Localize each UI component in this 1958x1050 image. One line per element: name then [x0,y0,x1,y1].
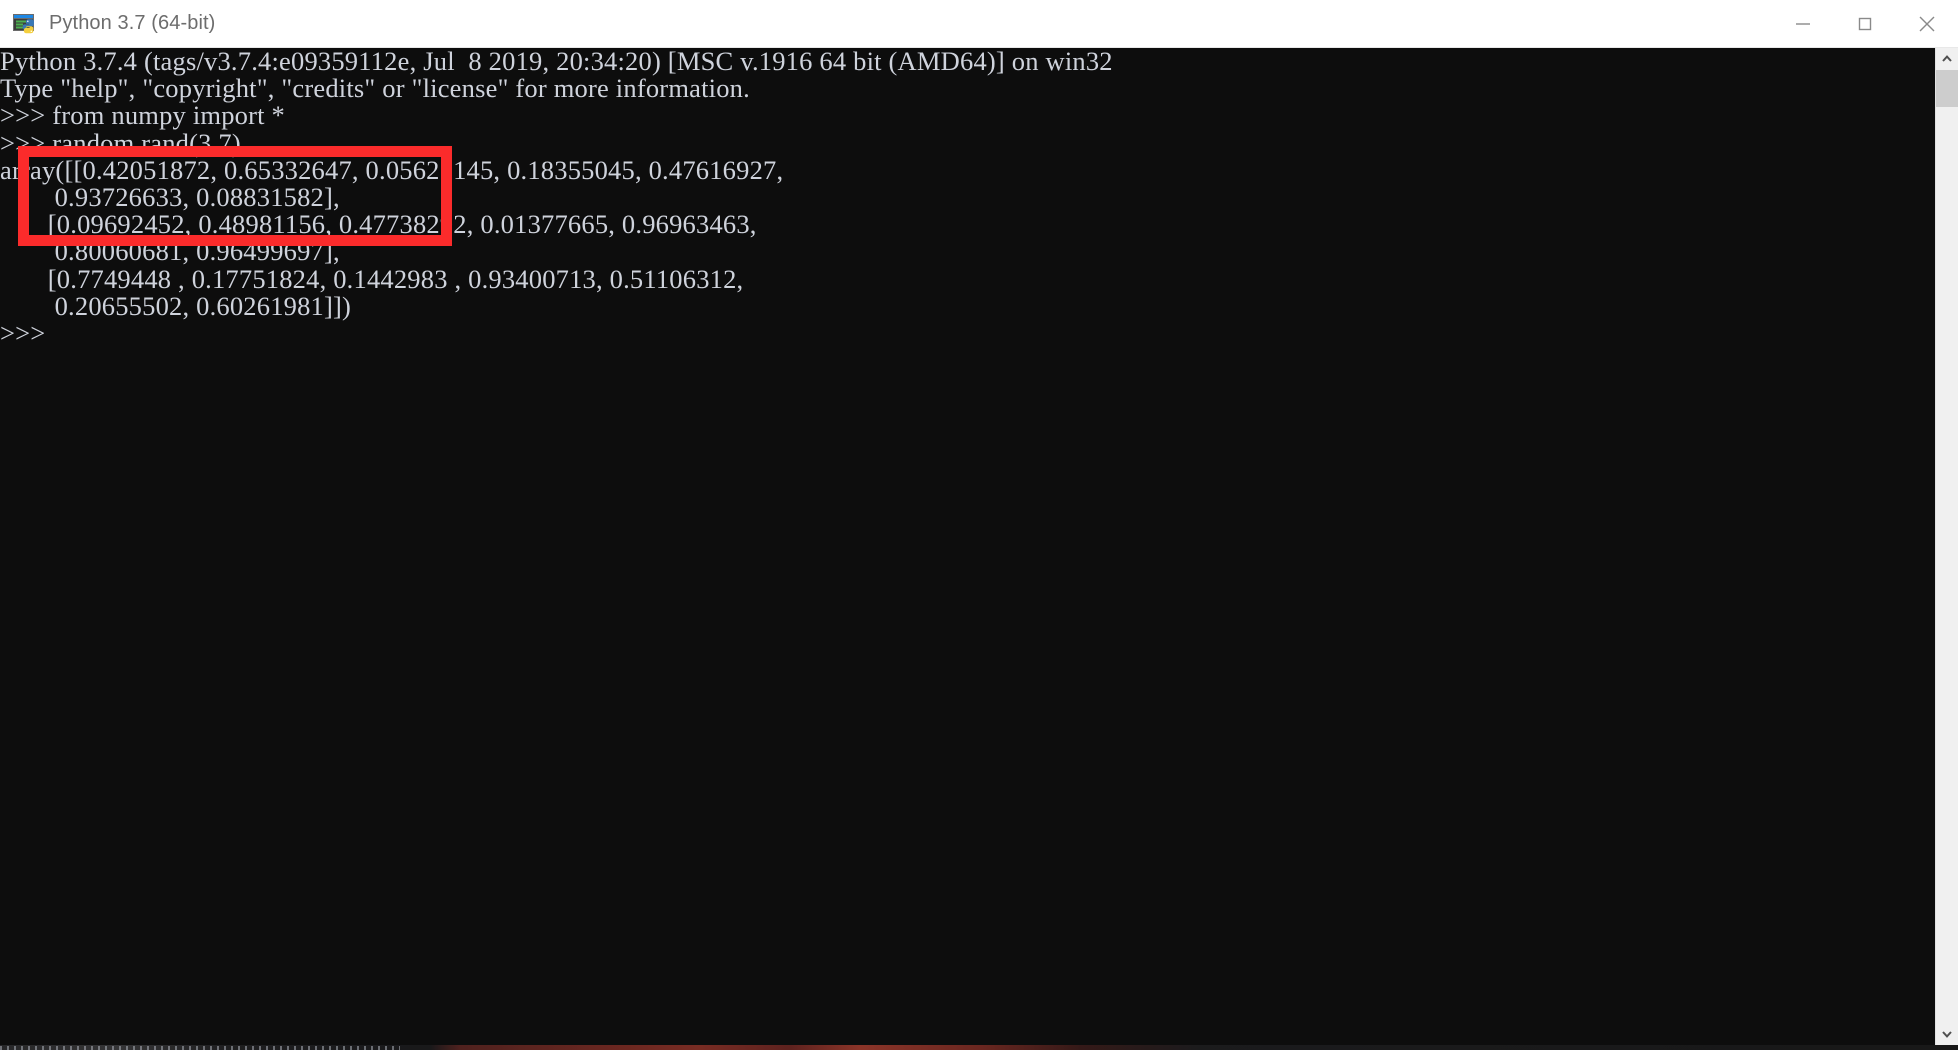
minimize-button[interactable] [1772,0,1834,47]
console-line: 0.20655502, 0.60261981]]) [0,290,352,321]
console-line-command: >>> random.rand(3,7) [0,127,241,158]
console-line: [0.7749448 , 0.17751824, 0.1442983 , 0.9… [0,263,744,294]
console-line: Type "help", "copyright", "credits" or "… [0,73,750,104]
console-line: 0.80060681, 0.96499697], [0,236,340,267]
window-title: Python 3.7 (64-bit) [49,12,216,34]
console-line: array([[0.42051872, 0.65332647, 0.056251… [0,154,784,185]
console-text: Python 3.7.4 (tags/v3.7.4:e09359112e, Ju… [0,48,1113,347]
maximize-button[interactable] [1834,0,1896,47]
python-console-icon [12,11,38,37]
vertical-scrollbar[interactable] [1935,48,1958,1045]
close-button[interactable] [1896,0,1958,47]
scrollbar-track[interactable] [1936,107,1958,1023]
console-line: Python 3.7.4 (tags/v3.7.4:e09359112e, Ju… [0,48,1113,76]
window-titlebar[interactable]: Python 3.7 (64-bit) [0,0,1958,48]
console-line: [0.09692452, 0.48981156, 0.47738292, 0.0… [0,209,757,240]
console-line-command: >>> from numpy import * [0,100,285,131]
window-controls [1772,0,1958,47]
scrollbar-thumb[interactable] [1936,70,1958,107]
console-line: 0.93726633, 0.08831582], [0,181,340,212]
console-prompt: >>> [0,317,46,348]
python-console-window: Python 3.7 (64-bit) Python 3.7.4 (tags/v… [0,0,1958,1045]
scroll-down-button[interactable] [1936,1023,1958,1045]
console-output-area[interactable]: Python 3.7.4 (tags/v3.7.4:e09359112e, Ju… [0,48,1958,1045]
scroll-up-button[interactable] [1936,48,1958,70]
